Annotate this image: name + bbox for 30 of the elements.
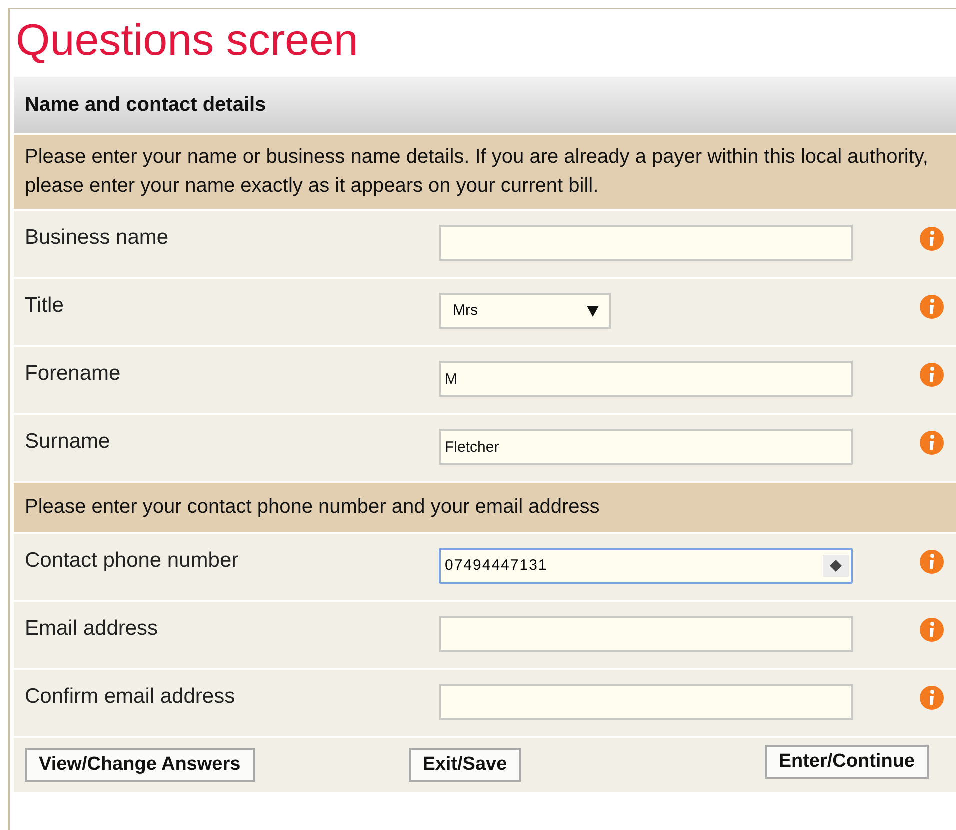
- dropdown-caret-icon: [587, 306, 599, 316]
- form-button[interactable]: Exit/Save: [408, 748, 522, 782]
- phone-input[interactable]: 07494447131: [439, 548, 853, 584]
- info-icon[interactable]: [920, 363, 944, 387]
- section-title: Name and contact details: [25, 93, 266, 118]
- text-input[interactable]: [439, 225, 853, 261]
- field-label: Surname: [25, 429, 112, 455]
- info-icon[interactable]: [920, 227, 944, 251]
- field-label: Business name: [25, 225, 170, 251]
- field-label: Contact phone number: [25, 548, 240, 574]
- info-icon[interactable]: [920, 618, 944, 642]
- text-input[interactable]: Fletcher: [439, 429, 853, 465]
- info-icon[interactable]: [920, 431, 944, 455]
- field-label: Title: [25, 293, 65, 319]
- field-label: Confirm email address: [25, 684, 236, 710]
- field-label: Forename: [25, 361, 122, 387]
- text-input[interactable]: [439, 616, 853, 652]
- form-button[interactable]: View/Change Answers: [25, 748, 255, 782]
- info-icon[interactable]: [920, 550, 944, 574]
- instruction-text: Please enter your name or business name details. If you are already a payer within this local authority, please enter your name exactly as it appears on your current bill.: [14, 135, 956, 209]
- spinner-icon[interactable]: [823, 555, 849, 577]
- info-icon[interactable]: [920, 295, 944, 319]
- page-title: Questions screen: [15, 15, 360, 67]
- instruction-text: Please enter your contact phone number and your email address: [14, 483, 956, 532]
- title-dropdown[interactable]: Mrs: [439, 293, 611, 329]
- form-button[interactable]: Enter/Continue: [764, 745, 929, 779]
- field-label: Email address: [25, 616, 160, 642]
- text-input[interactable]: [439, 684, 853, 720]
- info-icon[interactable]: [920, 686, 944, 710]
- text-input[interactable]: M: [439, 361, 853, 397]
